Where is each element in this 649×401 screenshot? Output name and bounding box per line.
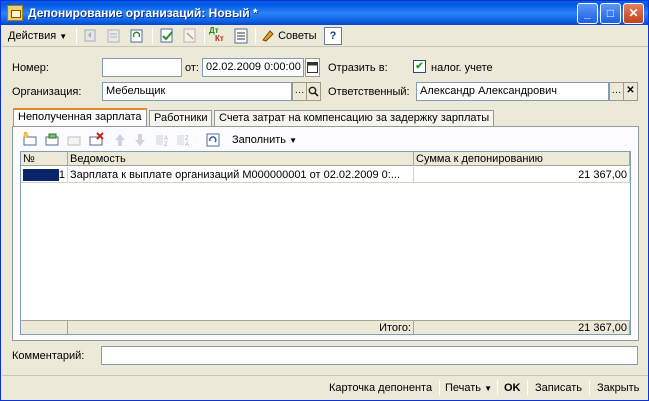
document-icon bbox=[7, 5, 23, 21]
close-button[interactable]: ✕ bbox=[623, 3, 644, 24]
actions-menu[interactable]: Действия ▼ bbox=[8, 27, 67, 45]
depositor-card-button[interactable]: Карточка депонента bbox=[329, 380, 432, 396]
row-selection bbox=[23, 169, 59, 181]
sort-descending-icon[interactable]: ZA bbox=[175, 132, 191, 148]
organization-select-button[interactable]: … bbox=[292, 82, 307, 101]
bottom-separator bbox=[527, 380, 528, 395]
edit-icon[interactable] bbox=[105, 27, 123, 45]
footer-cell bbox=[21, 320, 68, 334]
reflect-label: Отразить в: bbox=[328, 62, 388, 74]
organization-field[interactable]: Мебельщик bbox=[102, 82, 292, 101]
responsible-field[interactable]: Александр Александрович bbox=[416, 82, 609, 101]
tab-unpaid-salary[interactable]: Неполученная зарплата bbox=[13, 108, 147, 128]
chevron-down-icon: ▼ bbox=[59, 32, 68, 41]
refresh-icon[interactable] bbox=[128, 27, 146, 45]
toolbar-separator bbox=[76, 28, 77, 44]
toolbar-separator bbox=[152, 28, 153, 44]
copy-icon[interactable] bbox=[82, 27, 100, 45]
refresh-table-icon[interactable] bbox=[205, 132, 221, 148]
calendar-icon[interactable] bbox=[305, 58, 320, 77]
tab-employees[interactable]: Работники bbox=[149, 110, 213, 127]
tab-panel: AZ ZA Заполнить ▼ № Ведомость Сумма к де… bbox=[12, 126, 639, 341]
chevron-down-icon: ▼ bbox=[484, 384, 493, 393]
search-icon[interactable] bbox=[306, 82, 321, 101]
kt-label: Кт bbox=[215, 34, 224, 43]
title-bar[interactable]: Депонирование организаций: Новый * _ □ ✕ bbox=[1, 1, 648, 25]
bottom-bar: Карточка депонента Печать ▼ OK Записать … bbox=[2, 375, 648, 397]
row-number: 1 bbox=[58, 169, 65, 181]
window-title: Депонирование организаций: Новый * bbox=[28, 6, 258, 20]
move-down-icon[interactable] bbox=[132, 132, 148, 148]
print-label: Печать bbox=[445, 382, 482, 394]
toolbar-separator bbox=[204, 28, 205, 44]
unpost-document-icon[interactable] bbox=[181, 27, 199, 45]
bottom-separator bbox=[589, 380, 590, 395]
clear-icon[interactable]: ✕ bbox=[623, 82, 638, 101]
row-number-cell[interactable]: 1 bbox=[21, 167, 68, 183]
number-label: Номер: bbox=[12, 62, 49, 74]
total-value: 21 367,00 bbox=[414, 320, 630, 334]
table-row[interactable]: 1 Зарплата к выплате организаций М000000… bbox=[21, 167, 630, 183]
delete-row-icon[interactable] bbox=[88, 132, 104, 148]
maximize-button[interactable]: □ bbox=[600, 3, 621, 24]
responsible-label: Ответственный: bbox=[328, 86, 410, 98]
dt-kt-icon[interactable]: Дт Кт bbox=[209, 27, 227, 45]
main-toolbar: Действия ▼ Дт Кт Советы ? bbox=[2, 25, 648, 47]
tab-cost-accounts[interactable]: Счета затрат на компенсацию за задержку … bbox=[214, 110, 495, 127]
save-button[interactable]: Записать bbox=[535, 380, 582, 396]
comment-label: Комментарий: bbox=[12, 350, 85, 362]
responsible-select-button[interactable]: … bbox=[609, 82, 624, 101]
actions-label: Действия bbox=[8, 30, 57, 42]
copy-row-icon[interactable] bbox=[44, 132, 60, 148]
fill-menu[interactable]: Заполнить ▼ bbox=[232, 132, 297, 148]
total-label: Итого: bbox=[68, 320, 414, 334]
statement-cell[interactable]: Зарплата к выплате организаций М00000000… bbox=[68, 167, 414, 183]
svg-text:Z: Z bbox=[164, 142, 168, 148]
bottom-separator bbox=[497, 380, 498, 395]
ok-button[interactable]: OK bbox=[504, 380, 521, 396]
print-menu[interactable]: Печать ▼ bbox=[445, 380, 492, 396]
tips-icon bbox=[261, 28, 275, 42]
comment-field[interactable] bbox=[101, 346, 638, 365]
tips-button[interactable]: Советы bbox=[261, 27, 317, 45]
close-form-button[interactable]: Закрыть bbox=[597, 380, 639, 396]
chevron-down-icon: ▼ bbox=[289, 136, 297, 145]
organization-label: Организация: bbox=[12, 86, 82, 98]
column-header-number[interactable]: № bbox=[21, 152, 68, 166]
edit-row-icon[interactable] bbox=[66, 132, 82, 148]
date-field[interactable]: 02.02.2009 0:00:00 bbox=[202, 58, 304, 77]
number-field[interactable] bbox=[102, 58, 182, 77]
add-row-icon[interactable] bbox=[22, 131, 38, 148]
column-header-amount[interactable]: Сумма к депонированию bbox=[414, 152, 630, 166]
help-icon[interactable]: ? bbox=[324, 27, 342, 45]
salary-table[interactable]: № Ведомость Сумма к депонированию 1 Зарп… bbox=[20, 151, 631, 335]
minimize-button[interactable]: _ bbox=[577, 3, 598, 24]
tax-accounting-checkbox[interactable]: ✔ bbox=[413, 60, 426, 73]
toolbar-separator bbox=[255, 28, 256, 44]
structure-icon[interactable] bbox=[232, 27, 250, 45]
sort-ascending-icon[interactable]: AZ bbox=[154, 132, 170, 148]
move-up-icon[interactable] bbox=[112, 132, 128, 148]
panel-toolbar-separator bbox=[199, 132, 200, 148]
tax-accounting-label: налог. учете bbox=[431, 62, 493, 74]
document-window: Депонирование организаций: Новый * _ □ ✕… bbox=[0, 0, 649, 401]
date-label: от: bbox=[185, 62, 199, 74]
amount-cell[interactable]: 21 367,00 bbox=[414, 167, 630, 183]
fill-label: Заполнить bbox=[232, 134, 287, 146]
bottom-separator bbox=[439, 380, 440, 395]
post-document-icon[interactable] bbox=[158, 27, 176, 45]
panel-toolbar-separator bbox=[226, 132, 227, 148]
column-header-statement[interactable]: Ведомость bbox=[68, 152, 414, 166]
tips-label: Советы bbox=[278, 30, 317, 42]
svg-text:A: A bbox=[185, 142, 189, 148]
